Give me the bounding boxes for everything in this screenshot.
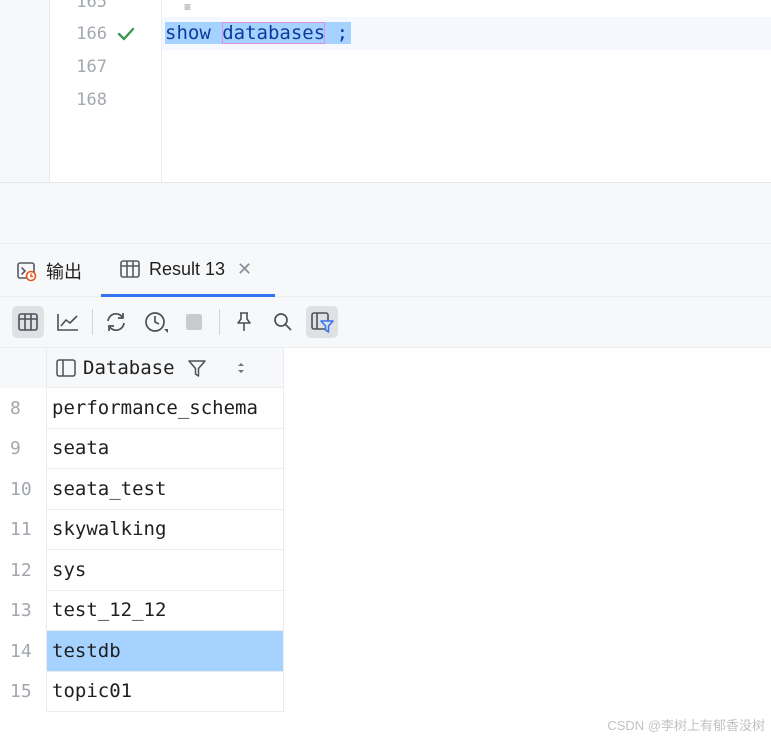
row-number-header: [0, 348, 46, 388]
sort-icon[interactable]: [235, 360, 247, 376]
table-row[interactable]: 9 seata: [0, 428, 284, 469]
table-cell[interactable]: testdb: [46, 631, 284, 672]
row-number: 9: [0, 428, 46, 469]
filter-icon[interactable]: [187, 358, 207, 378]
selected-code: show databases ;: [165, 22, 352, 44]
column-header-label: Database: [83, 356, 175, 379]
row-number: 8: [0, 388, 46, 429]
result-toolbar: [0, 297, 771, 348]
result-tabs: 输出 Result 13 ✕: [0, 244, 771, 297]
chart-view-button[interactable]: [52, 306, 84, 338]
row-number: 15: [0, 671, 46, 712]
search-button[interactable]: [267, 306, 299, 338]
table-row[interactable]: 12 sys: [0, 550, 284, 591]
tab-result-label: Result 13: [149, 258, 226, 279]
toolbar-separator: [92, 309, 93, 335]
fold-marker: ≡: [184, 0, 192, 14]
line-number: 168: [76, 90, 107, 110]
code-line-166[interactable]: show databases ;: [165, 18, 352, 49]
column-header-database[interactable]: Database: [46, 348, 284, 388]
line-number-gutter: 165 166 167 168: [50, 0, 162, 182]
watermark: CSDN @李树上有郁香没树: [607, 718, 765, 733]
code-editor[interactable]: 165 166 167 168 ≡ show databases ;: [0, 0, 771, 183]
line-number: 166: [76, 24, 107, 44]
table-icon: [120, 260, 140, 278]
toolbar-separator: [219, 309, 220, 335]
clock-icon: [145, 312, 168, 333]
code-semicolon: ;: [336, 22, 349, 44]
history-button[interactable]: [140, 306, 172, 338]
table-row-selected[interactable]: 14 testdb: [0, 631, 284, 672]
table-row[interactable]: 10 seata_test: [0, 469, 284, 510]
table-icon: [18, 313, 38, 331]
stop-button[interactable]: [178, 306, 210, 338]
table-row[interactable]: 8 performance_schema: [0, 388, 284, 429]
table-row[interactable]: 13 test_12_12: [0, 590, 284, 631]
close-icon[interactable]: ✕: [237, 259, 252, 280]
tab-output-label: 输出: [46, 261, 82, 282]
table-cell[interactable]: performance_schema: [46, 388, 284, 429]
search-icon: [274, 313, 292, 331]
table-row[interactable]: 15 topic01: [0, 671, 284, 712]
table-cell[interactable]: test_12_12: [46, 590, 284, 631]
check-icon: [117, 27, 135, 41]
row-number: 13: [0, 590, 46, 631]
refresh-icon: [107, 312, 125, 332]
refresh-button[interactable]: [100, 306, 132, 338]
console-icon: [17, 261, 37, 281]
row-number: 10: [0, 469, 46, 510]
tab-output[interactable]: 输出: [16, 244, 82, 297]
table-cell[interactable]: seata: [46, 428, 284, 469]
row-number: 12: [0, 550, 46, 591]
line-number: 165: [76, 0, 107, 12]
panel-divider: [0, 183, 771, 244]
column-icon: [56, 358, 76, 377]
pin-button[interactable]: [228, 306, 260, 338]
table-cell[interactable]: skywalking: [46, 509, 284, 550]
table-cell[interactable]: sys: [46, 550, 284, 591]
table-view-button[interactable]: [12, 306, 44, 338]
tab-result-13[interactable]: Result 13 ✕: [101, 244, 275, 297]
table-cell[interactable]: topic01: [46, 671, 284, 712]
grid-header: Database: [0, 348, 284, 388]
row-number: 11: [0, 509, 46, 550]
stop-icon: [186, 314, 202, 330]
table-row[interactable]: 11 skywalking: [0, 509, 284, 550]
code-keyword-show: show: [165, 22, 211, 44]
chart-icon: [57, 314, 78, 331]
code-keyword-databases: databases: [222, 22, 326, 44]
filter-panel-icon: [311, 312, 334, 333]
row-number: 14: [0, 631, 46, 672]
editor-left-margin: [0, 0, 50, 182]
pin-icon: [237, 312, 251, 331]
table-cell[interactable]: seata_test: [46, 469, 284, 510]
filter-panel-button[interactable]: [306, 306, 338, 338]
line-number: 167: [76, 57, 107, 77]
